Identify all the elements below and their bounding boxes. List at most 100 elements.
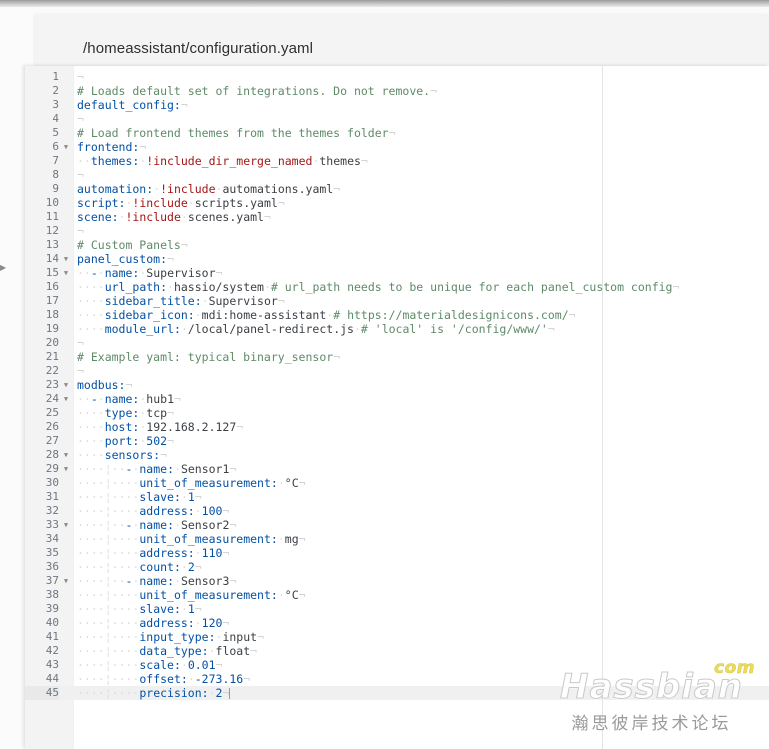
line-number: 33 [45,518,59,531]
code-text: ¬ [77,364,84,378]
code-line[interactable]: 28 ▼ ····sensors:¬ [25,448,769,462]
line-end-marker: ¬ [243,672,251,686]
code-line[interactable]: 36 ····¦····count:·2¬ [25,560,769,574]
code-line[interactable]: 7 ··themes:·!include_dir_merge_named·them… [25,154,769,168]
code-text: # Loads default set of integrations. Do … [77,84,438,98]
line-number: 23 [45,378,59,391]
code-text: ····¦····scale:·0.01¬ [77,658,223,672]
code-line[interactable]: 44 ····¦····offset:·-273.16¬ [25,672,769,686]
code-line[interactable]: 30 ····¦····unit_of_measurement:·°C¬ [25,476,769,490]
code-line[interactable]: 42 ····¦····data_type:·float¬ [25,644,769,658]
code-line[interactable]: 38 ····¦····unit_of_measurement:·°C¬ [25,588,769,602]
line-end-marker: ¬ [174,392,181,406]
line-end-marker: ¬ [222,616,230,630]
code-line[interactable]: 43 ····¦····scale:·0.01¬ [25,658,769,672]
file-header-inner: /homeassistant/configuration.yaml [83,40,769,57]
fold-triangle-icon[interactable]: ▼ [61,574,71,588]
code-line[interactable]: 27 ····port:·502¬ [25,434,769,448]
code-line[interactable]: 16 ····url_path:·hassio/system·# url_path… [25,280,769,294]
code-line[interactable]: 15 ▼ ··-·name:·Supervisor¬ [25,266,769,280]
line-end-marker: ¬ [298,476,306,490]
code-line[interactable]: 4 ¬ [25,112,769,126]
code-text: ····¦····precision:·2¬ [77,686,231,700]
line-end-marker: ¬ [277,196,285,210]
line-end-marker: ¬ [229,574,237,588]
fold-triangle-icon[interactable]: ▼ [61,392,71,406]
code-line[interactable]: 39 ····¦····slave:·1¬ [25,602,769,616]
code-line[interactable]: 25 ····type:·tcp¬ [25,406,769,420]
code-text: ¬ [77,168,84,182]
code-line[interactable]: 1 ¬ [25,70,769,84]
code-line[interactable]: 13 # Custom Panels¬ [25,238,769,252]
line-number: 8 [52,168,59,181]
code-line[interactable]: 37 ▼ ····¦··-·name:·Sensor3¬ [25,574,769,588]
line-end-marker: ¬ [167,406,174,420]
line-end-marker: ¬ [250,644,258,658]
code-line[interactable]: 26 ····host:·192.168.2.127¬ [25,420,769,434]
code-line[interactable]: 14 ▼ panel_custom:¬ [25,252,769,266]
line-end-marker: ¬ [77,70,84,84]
code-text: ····¦····address:·120¬ [77,616,230,630]
code-line[interactable]: 5 # Load frontend themes from the themes … [25,126,769,140]
code-text: # Load frontend themes from the themes f… [77,126,396,140]
code-line[interactable]: 10 script:·!include·scripts.yaml¬ [25,196,769,210]
fold-triangle-icon[interactable]: ▼ [61,462,71,476]
fold-triangle-icon[interactable]: ▼ [61,518,71,532]
line-end-marker: ¬ [430,84,438,98]
line-number: 40 [45,616,59,629]
code-line[interactable]: 17 ····sidebar_title:·Supervisor¬ [25,294,769,308]
line-number: 4 [52,112,59,125]
code-line[interactable]: 8 ¬ [25,168,769,182]
code-line[interactable]: 32 ····¦····address:·100¬ [25,504,769,518]
collapse-arrow-icon[interactable]: ▶ [0,264,6,272]
code-text: ····¦····address:·110¬ [77,546,230,560]
code-text: default_config:¬ [77,98,188,112]
line-number: 44 [45,672,59,685]
code-editor[interactable]: 1 ¬ 2 # Loads default set of integrations. … [25,66,769,749]
code-text: ····module_url:·/local/panel-redirect.js… [77,322,555,336]
line-number: 38 [45,588,59,601]
code-text: ····sidebar_title:·Supervisor¬ [77,294,285,308]
code-line[interactable]: 22 ¬ [25,364,769,378]
line-number: 32 [45,504,59,517]
code-line[interactable]: 29 ▼ ····¦··-·name:·Sensor1¬ [25,462,769,476]
code-line[interactable]: 20 ¬ [25,336,769,350]
line-number: 25 [45,406,59,419]
code-line[interactable]: 24 ▼ ··-·name:·hub1¬ [25,392,769,406]
fold-triangle-icon[interactable]: ▼ [61,140,71,154]
code-text: ··themes:·!include_dir_merge_named·theme… [77,154,368,168]
line-number: 24 [45,392,59,405]
fold-triangle-icon[interactable]: ▼ [61,378,71,392]
line-number: 43 [45,658,59,671]
code-line[interactable]: 34 ····¦····unit_of_measurement:·mg¬ [25,532,769,546]
code-text: ··-·name:·hub1¬ [77,392,181,406]
code-line[interactable]: 11 scene:·!include·scenes.yaml¬ [25,210,769,224]
code-line[interactable]: 40 ····¦····address:·120¬ [25,616,769,630]
code-line[interactable]: 18 ····sidebar_icon:·mdi:home-assistant·#… [25,308,769,322]
code-line[interactable]: 31 ····¦····slave:·1¬ [25,490,769,504]
text-cursor [229,688,231,699]
code-content[interactable]: 1 ¬ 2 # Loads default set of integrations. … [25,70,769,700]
code-line[interactable]: 9 automation:·!include·automations.yaml¬ [25,182,769,196]
line-end-marker: ¬ [257,630,265,644]
code-line[interactable]: 2 # Loads default set of integrations. Do… [25,84,769,98]
code-text: ¬ [77,112,84,126]
code-line[interactable]: 19 ····module_url:·/local/panel-redirect.… [25,322,769,336]
code-text: frontend:¬ [77,140,147,154]
fold-triangle-icon[interactable]: ▼ [61,266,71,280]
code-line[interactable]: 3 default_config:¬ [25,98,769,112]
line-number: 34 [45,532,59,545]
line-end-marker: ¬ [77,224,84,238]
code-line[interactable]: 41 ····¦····input_type:·input¬ [25,630,769,644]
code-line[interactable]: 45 ····¦····precision:·2¬ [25,686,769,700]
code-line[interactable]: 12 ¬ [25,224,769,238]
fold-triangle-icon[interactable]: ▼ [61,252,71,266]
code-line[interactable]: 33 ▼ ····¦··-·name:·Sensor2¬ [25,518,769,532]
code-text: script:·!include·scripts.yaml¬ [77,196,285,210]
code-line[interactable]: 21 # Example yaml: typical binary_sensor¬ [25,350,769,364]
fold-triangle-icon[interactable]: ▼ [61,448,71,462]
line-number: 39 [45,602,59,615]
code-line[interactable]: 35 ····¦····address:·110¬ [25,546,769,560]
code-line[interactable]: 6 ▼ frontend:¬ [25,140,769,154]
code-line[interactable]: 23 ▼ modbus:¬ [25,378,769,392]
